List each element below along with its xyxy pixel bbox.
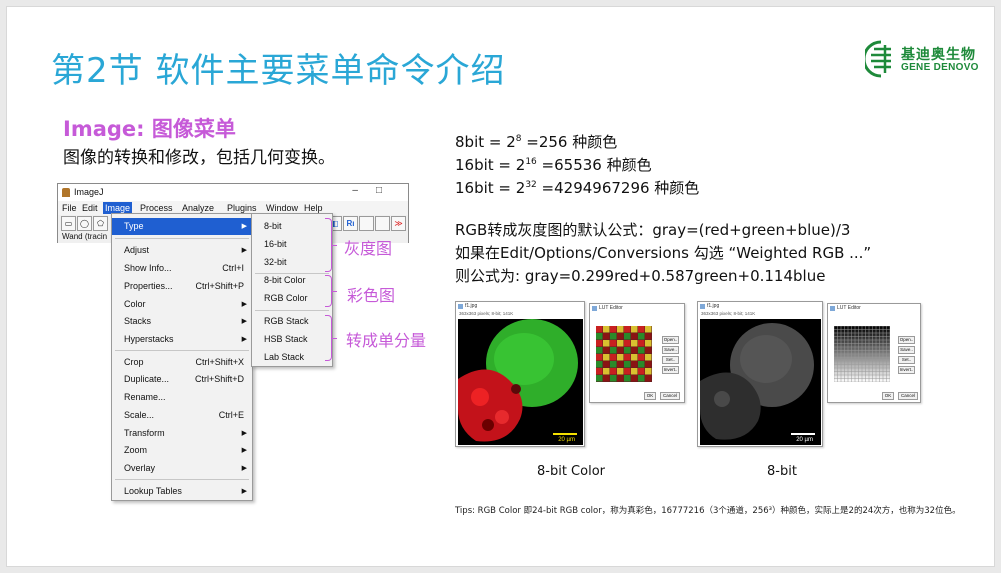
menu-item-show-info[interactable]: Show Info... Ctrl+I: [112, 260, 252, 277]
menu-item-scale[interactable]: Scale... Ctrl+E: [112, 407, 252, 424]
page-title: 第2节 软件主要菜单命令介绍: [51, 51, 506, 91]
type-lab-stack[interactable]: Lab Stack: [252, 349, 332, 366]
imagej-title: ImageJ: [74, 187, 104, 197]
lut-editor-gray: LUT Editor Open.. Save.. Set.. Invert..: [827, 303, 921, 403]
formula-option: 如果在Edit/Options/Conversions 勾选 “Weighted…: [455, 244, 872, 262]
type-32bit[interactable]: 32-bit: [252, 254, 332, 271]
color-lut-grid: [596, 326, 652, 382]
oval-tool-icon[interactable]: ◯: [77, 216, 92, 231]
lut-save-button[interactable]: Save..: [662, 346, 679, 354]
menu-process[interactable]: Process: [140, 203, 173, 213]
menu-file[interactable]: File: [62, 203, 77, 213]
imagej-app-icon: [62, 188, 70, 197]
color-lut-grid-icon: [596, 326, 652, 382]
lut-open-button[interactable]: Open..: [662, 336, 679, 344]
menu-item-rename[interactable]: Rename...: [112, 389, 252, 406]
lut-gray-set-button[interactable]: Set..: [898, 356, 915, 364]
color-image: 20 µm: [458, 319, 583, 445]
callout-gray: 灰度图: [344, 239, 393, 258]
gray-lut-grid: [834, 326, 890, 382]
lut-gray-open-button[interactable]: Open..: [898, 336, 915, 344]
rectangle-tool-icon[interactable]: ▭: [61, 216, 76, 231]
type-rgb-color[interactable]: RGB Color: [252, 290, 332, 307]
caption-8bit: 8-bit: [767, 464, 797, 479]
menu-item-color[interactable]: Color ▶: [112, 296, 252, 313]
lut-gray-ok-button[interactable]: OK: [882, 392, 894, 400]
gene-denovo-logo-icon: [865, 40, 891, 78]
gray-cells-image-icon: [700, 319, 821, 445]
menu-analyze[interactable]: Analyze: [182, 203, 214, 213]
bit-info-8: 8bit = 28 =256 种颜色: [455, 133, 618, 151]
type-8bit-color[interactable]: 8-bit Color: [252, 272, 332, 289]
gray-lut-grid-icon: [834, 326, 890, 382]
dev-tool-icon[interactable]: Rı: [343, 216, 358, 231]
polygon-tool-icon[interactable]: ⬠: [93, 216, 108, 231]
image-menu: Type ▶ Adjust ▶ Show Info... Ctrl+I Propert…: [111, 213, 253, 501]
callout-split: 转成单分量: [346, 331, 427, 350]
lut-cancel-button[interactable]: Cancel: [660, 392, 680, 400]
menu-item-type[interactable]: Type ▶: [112, 218, 252, 235]
tips-note: Tips: RGB Color 即24-bit RGB color，称为真彩色，…: [455, 506, 961, 516]
split-brace: [325, 315, 337, 361]
lut-gray-save-button[interactable]: Save..: [898, 346, 915, 354]
gray-image: 20 µm: [700, 319, 821, 445]
lut-editor-color: LUT Editor Open.. Save.. Set.. Invert.. …: [589, 303, 685, 403]
logo-name-cn: 基迪奥生物: [901, 47, 976, 63]
company-logo: 基迪奥生物 GENE DENOVO: [865, 37, 991, 83]
menu-item-transform[interactable]: Transform ▶: [112, 425, 252, 442]
menu-item-adjust[interactable]: Adjust ▶: [112, 242, 252, 259]
caption-8bit-color: 8-bit Color: [537, 464, 605, 479]
menu-window[interactable]: Window: [266, 203, 298, 213]
section-subhead: Image: 图像菜单: [63, 117, 236, 141]
menu-plugins[interactable]: Plugins: [227, 203, 257, 213]
lut-gray-cancel-button[interactable]: Cancel: [898, 392, 918, 400]
stk-tool-icon[interactable]: [359, 216, 374, 231]
color-image-window: f1.jpg 363x363 pixels; 8-bit; 141K 20 µm: [455, 301, 585, 447]
lut-ok-button[interactable]: OK: [644, 392, 656, 400]
lut-gray-invert-button[interactable]: Invert..: [898, 366, 915, 374]
gray-image-window: f1.jpg 363x363 pixels; 8-bit; 141K 20 µm: [697, 301, 823, 447]
blank-tool-icon[interactable]: [375, 216, 390, 231]
menu-help[interactable]: Help: [304, 203, 323, 213]
menu-item-hyperstacks[interactable]: Hyperstacks ▶: [112, 331, 252, 348]
type-rgb-stack[interactable]: RGB Stack: [252, 313, 332, 330]
type-hsb-stack[interactable]: HSB Stack: [252, 331, 332, 348]
formula-default: RGB转成灰度图的默认公式：gray=(red+green+blue)/3: [455, 221, 851, 239]
more-tools-icon[interactable]: ≫: [391, 216, 406, 231]
color-cells-image-icon: [458, 319, 583, 445]
window-controls[interactable]: –□: [352, 185, 400, 196]
bit-info-32: 16bit = 232 =4294967296 种颜色: [455, 179, 700, 197]
type-8bit[interactable]: 8-bit: [252, 218, 332, 235]
bit-info-16: 16bit = 216 =65536 种颜色: [455, 156, 652, 174]
lut-set-button[interactable]: Set..: [662, 356, 679, 364]
color-brace: [325, 275, 337, 307]
menu-item-crop[interactable]: Crop Ctrl+Shift+X: [112, 354, 252, 371]
menu-item-lookup-tables[interactable]: Lookup Tables ▶: [112, 483, 252, 500]
logo-name-en: GENE DENOVO: [901, 62, 979, 73]
type-16bit[interactable]: 16-bit: [252, 236, 332, 253]
menu-item-overlay[interactable]: Overlay ▶: [112, 460, 252, 477]
section-description: 图像的转换和修改，包括几何变换。: [63, 148, 335, 168]
menu-item-stacks[interactable]: Stacks ▶: [112, 313, 252, 330]
slide: 第2节 软件主要菜单命令介绍 基迪奥生物 GENE DENOVO Image: …: [6, 6, 995, 567]
menu-item-properties[interactable]: Properties... Ctrl+Shift+P: [112, 278, 252, 295]
imagej-titlebar: ImageJ –□: [58, 184, 408, 201]
formula-weighted: 则公式为: gray=0.299red+0.587green+0.114blue: [455, 267, 826, 285]
callout-color: 彩色图: [347, 286, 396, 305]
menu-item-duplicate[interactable]: Duplicate... Ctrl+Shift+D: [112, 371, 252, 388]
type-submenu: 8-bit 16-bit 32-bit 8-bit Color RGB Colo…: [251, 213, 333, 367]
gray-brace: [325, 218, 337, 272]
lut-invert-button[interactable]: Invert..: [662, 366, 679, 374]
menu-item-zoom[interactable]: Zoom ▶: [112, 442, 252, 459]
menu-edit[interactable]: Edit: [82, 203, 98, 213]
